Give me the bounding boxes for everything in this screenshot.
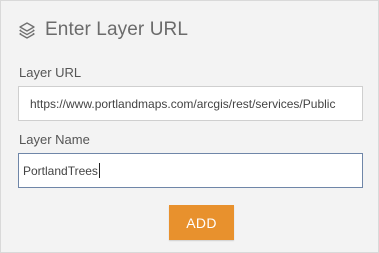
layer-name-value: PortlandTrees <box>23 163 98 178</box>
text-cursor <box>98 163 100 178</box>
layer-url-value: https://www.portlandmaps.com/arcgis/rest… <box>30 96 336 111</box>
layer-name-input[interactable]: PortlandTrees <box>18 153 363 188</box>
layers-icon <box>17 20 37 40</box>
panel-header: Enter Layer URL <box>17 17 188 43</box>
enter-layer-url-panel: Enter Layer URL Layer URL https://www.po… <box>0 0 379 253</box>
panel-title: Enter Layer URL <box>45 19 189 40</box>
add-button[interactable]: ADD <box>169 205 234 240</box>
layer-url-input[interactable]: https://www.portlandmaps.com/arcgis/rest… <box>18 86 363 121</box>
layer-url-label: Layer URL <box>19 65 82 80</box>
layer-name-label: Layer Name <box>19 132 90 147</box>
